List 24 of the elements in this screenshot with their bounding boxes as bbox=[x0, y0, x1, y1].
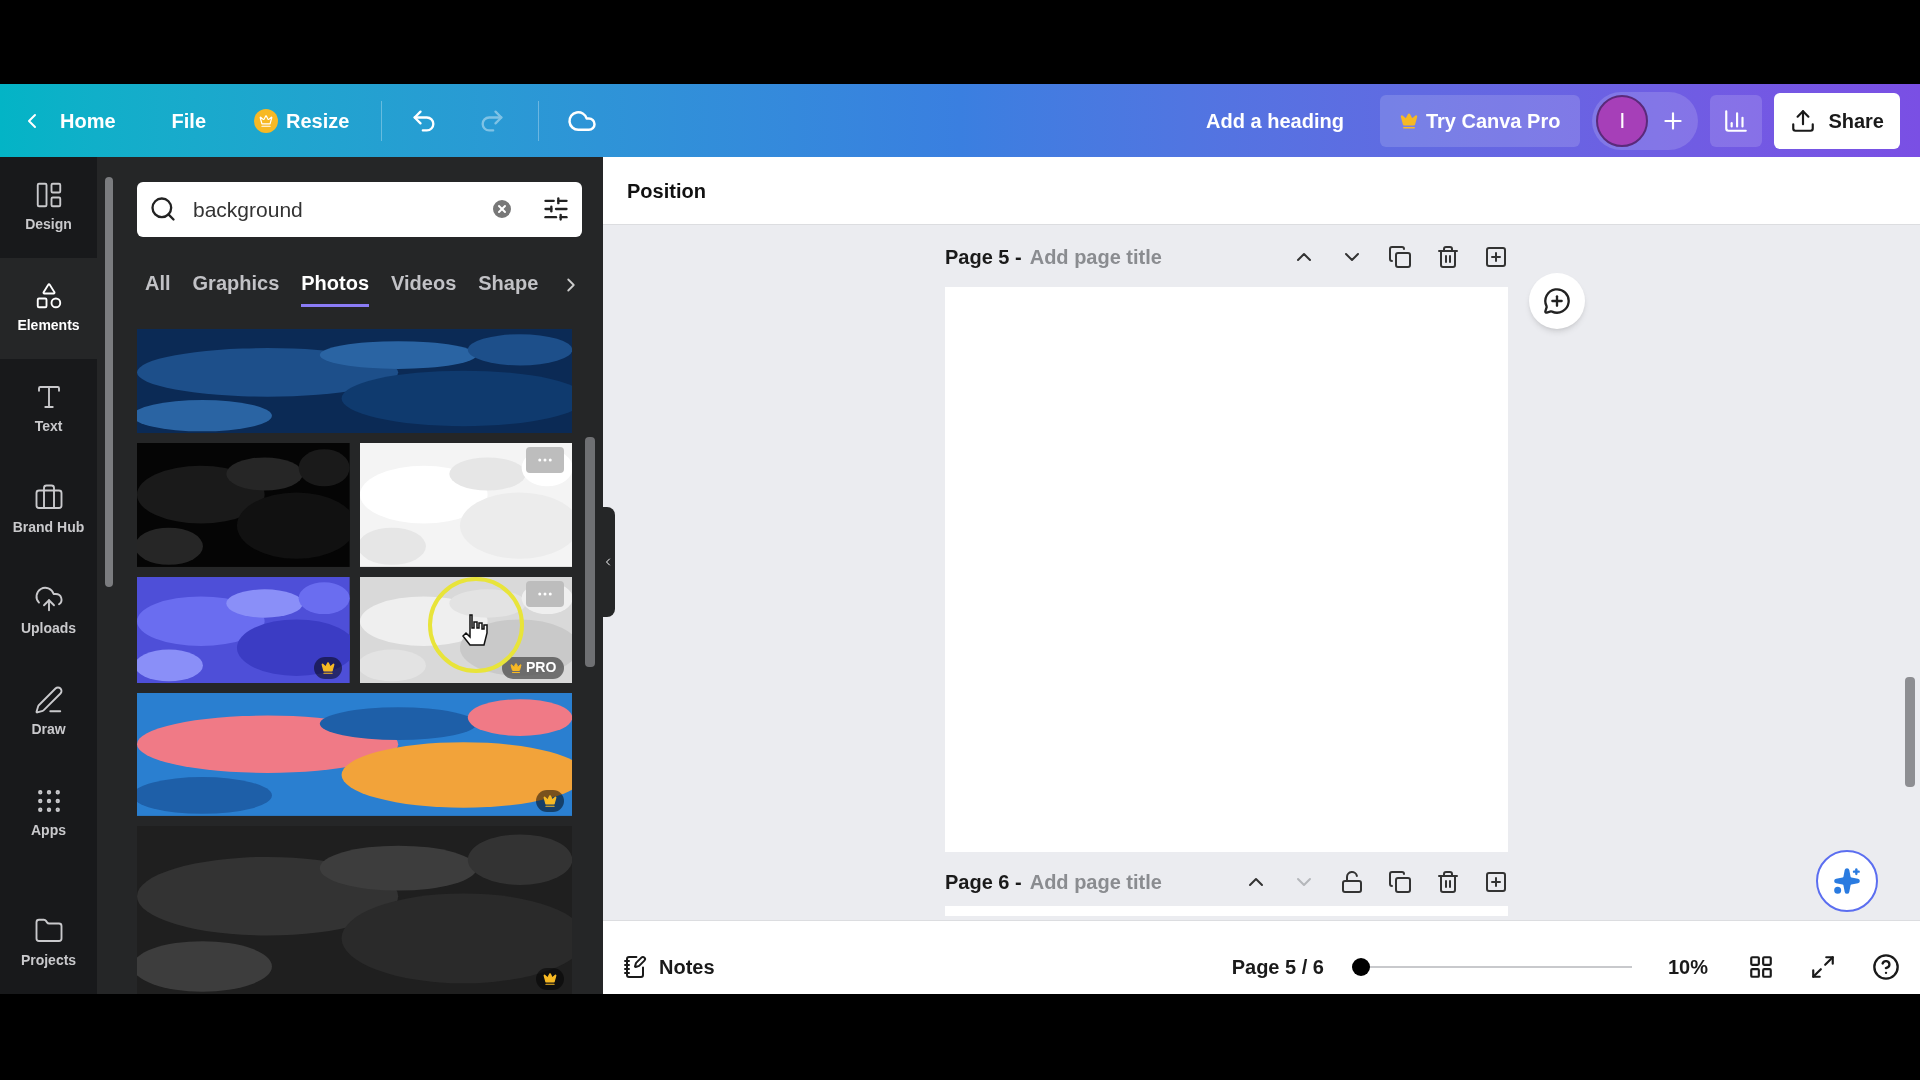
page-label: Page 5 - bbox=[945, 245, 1022, 270]
rail-tab[interactable]: Apps bbox=[0, 763, 97, 864]
category-tab[interactable]: Shape bbox=[478, 262, 539, 307]
search-field[interactable]: background bbox=[137, 182, 583, 237]
user-avatar[interactable]: I bbox=[1596, 94, 1649, 147]
category-tab[interactable]: Videos bbox=[391, 262, 457, 307]
rail-tab[interactable]: Projects bbox=[0, 893, 97, 994]
zoom-reading: 10% bbox=[1667, 955, 1708, 980]
share-button[interactable]: Share bbox=[1774, 92, 1900, 149]
rail-tab[interactable]: Text bbox=[0, 359, 97, 460]
category-tab[interactable]: Photos bbox=[301, 262, 370, 307]
rail-tab[interactable]: Design bbox=[0, 157, 97, 258]
category-tab[interactable]: Graphics bbox=[192, 262, 280, 307]
position-button[interactable]: Position bbox=[627, 175, 706, 206]
rail-tab[interactable]: Uploads bbox=[0, 561, 97, 662]
try-pro-button[interactable]: Try Canva Pro bbox=[1379, 94, 1581, 147]
category-tab[interactable]: All bbox=[145, 262, 171, 307]
rail-tab[interactable]: Brand Hub bbox=[0, 460, 97, 561]
rail-tab[interactable]: Elements bbox=[0, 258, 97, 359]
notes-button[interactable]: Notes bbox=[623, 952, 715, 982]
rail-tab[interactable]: Draw bbox=[0, 662, 97, 763]
design-title[interactable]: Add a heading bbox=[1206, 105, 1344, 136]
page-label: Page 6 - bbox=[945, 870, 1022, 895]
page-indicator[interactable]: Page 5 / 6 bbox=[1231, 952, 1324, 982]
